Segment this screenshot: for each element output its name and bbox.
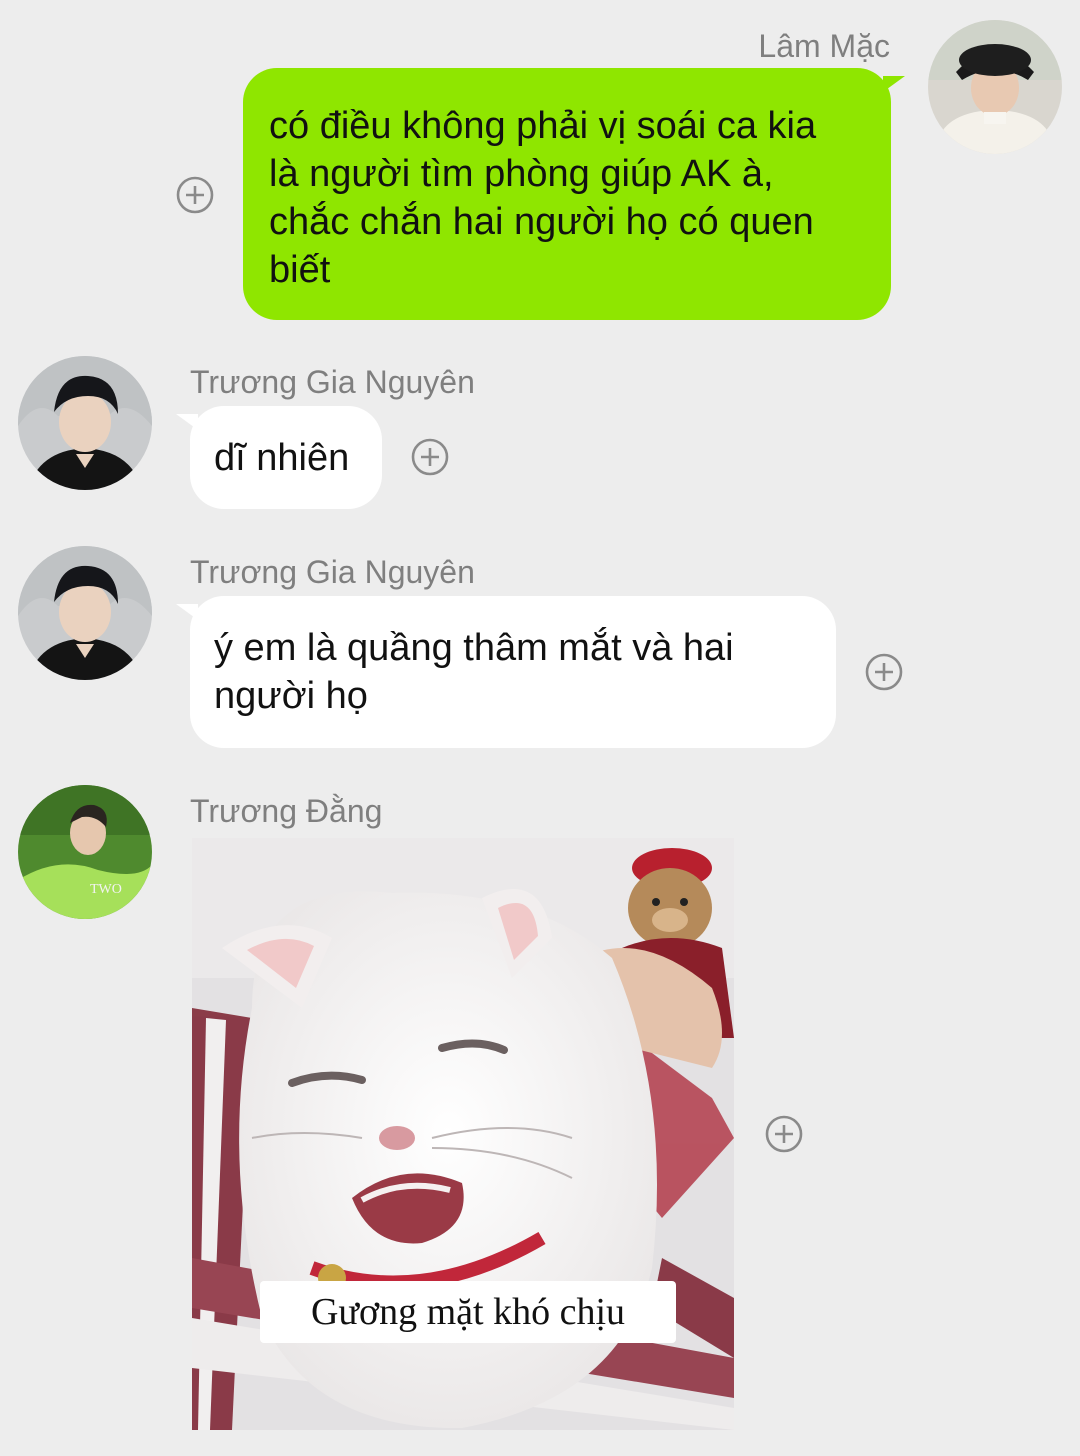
sender-name: Trương Đằng bbox=[190, 793, 383, 829]
plus-circle-icon[interactable] bbox=[864, 652, 904, 692]
plus-circle-icon[interactable] bbox=[410, 437, 450, 477]
plus-circle-icon[interactable] bbox=[175, 175, 215, 215]
plus-circle-icon[interactable] bbox=[764, 1114, 804, 1154]
svg-text:TWO: TWO bbox=[90, 882, 122, 897]
bubble-tail bbox=[176, 604, 198, 620]
message-bubble[interactable]: ý em là quầng thâm mắt và hai người họ bbox=[176, 596, 836, 748]
sender-name: Lâm Mặc bbox=[758, 28, 890, 64]
avatar[interactable] bbox=[928, 20, 1062, 154]
sticker-caption: Gương mặt khó chịu bbox=[260, 1281, 676, 1343]
sender-name: Trương Gia Nguyên bbox=[190, 364, 475, 400]
message-text: ý em là quầng thâm mắt và hai người họ bbox=[214, 627, 734, 717]
avatar[interactable] bbox=[18, 356, 152, 490]
message-bubble[interactable]: có điều không phải vị soái ca kia là ngư… bbox=[243, 68, 905, 320]
sender-name: Trương Gia Nguyên bbox=[190, 554, 475, 590]
bubble-tail bbox=[176, 414, 198, 430]
avatar[interactable] bbox=[18, 546, 152, 680]
avatar[interactable]: TWO bbox=[18, 785, 152, 919]
message-text: có điều không phải vị soái ca kia là ngư… bbox=[269, 105, 817, 291]
message-text: dĩ nhiên bbox=[214, 437, 350, 479]
message-bubble[interactable]: dĩ nhiên bbox=[176, 406, 382, 509]
bubble-tail bbox=[883, 76, 905, 92]
